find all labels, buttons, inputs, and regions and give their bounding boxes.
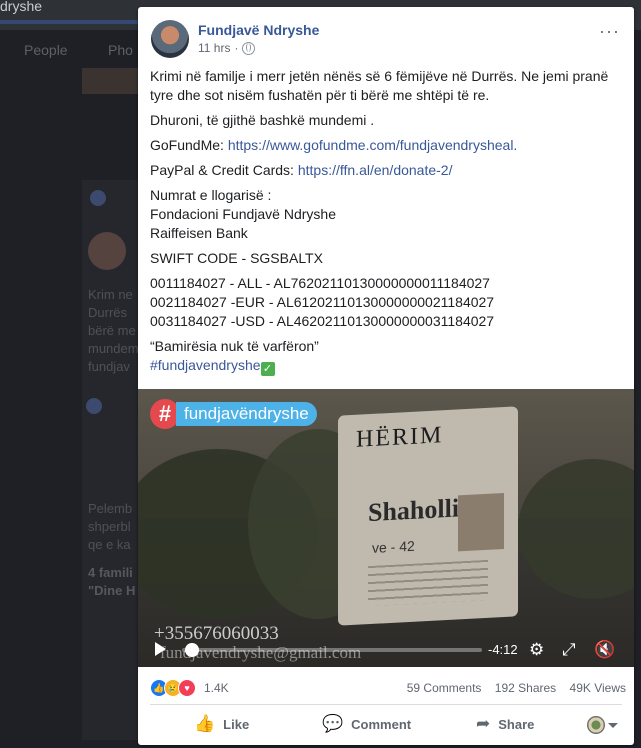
globe-icon [242,41,256,55]
background-snippet: qe e ka [88,537,131,552]
logo-text: fundjavëndryshe [176,402,317,426]
poster-photo [458,493,504,552]
video-progress-knob[interactable] [185,643,199,657]
background-tab-people: People [24,42,68,58]
gofundme-line: GoFundMe: https://www.gofundme.com/fundj… [150,136,626,155]
paypal-label: PayPal & Credit Cards: [150,162,298,178]
post-stats: 👍 😢 ♥ 1.4K 59 Comments 192 Shares 49K Vi… [150,679,626,699]
account-eur: 0021184027 -EUR - AL61202110130000000021… [150,294,495,310]
reaction-icons[interactable]: 👍 😢 ♥ [150,679,196,697]
share-button[interactable]: ➦ Share [476,714,534,734]
background-snippet: Krim ne [88,287,133,302]
poster-title: HËRIM [356,422,444,453]
share-count[interactable]: 192 Shares [495,681,556,695]
reaction-count[interactable]: 1.4K [204,681,229,695]
account-bank: Raiffeisen Bank [150,225,248,241]
more-options-icon[interactable]: ··· [599,21,620,42]
page-avatar-icon [587,716,605,734]
paypal-link[interactable]: https://ffn.al/en/donate-2/ [298,162,453,178]
share-audience-selector[interactable] [587,716,618,734]
video-controls: -4:12 ⚙ ⤢ 🔇 [138,631,634,667]
paypal-line: PayPal & Credit Cards: https://ffn.al/en… [150,161,626,180]
thumbs-up-icon: 👍 [194,714,216,733]
background-snippet: fundjav [88,359,130,374]
poster-number: ve - 42 [372,537,415,556]
swift-code: SWIFT CODE - SGSBALTX [150,250,323,266]
poster-name: Shaholli [368,493,460,528]
engagement-counts: 59 Comments 192 Shares 49K Views [397,681,626,695]
background-snippet: bërë me [88,323,136,338]
like-button[interactable]: 👍 Like [194,714,249,734]
post-text: Krimi në familje i merr jetën nënës së 6… [150,67,626,382]
video-logo: # fundjavëndryshe [150,397,317,431]
meta-separator: · [234,41,239,55]
background-snippet: Durrës [88,305,128,320]
video-time-remaining: -4:12 [488,642,518,657]
mute-volume-icon[interactable]: 🔇 [594,640,615,660]
chevron-down-icon [608,722,618,728]
comment-bubble-icon: 💬 [322,714,344,733]
love-reaction-icon: ♥ [178,679,196,697]
hashtag-link[interactable]: #fundjavendryshe [150,357,261,373]
post-quote: “Bamirësia nuk të varfëron” [150,338,319,354]
comment-button[interactable]: 💬 Comment [322,714,411,734]
post-time[interactable]: 11 hrs [198,41,230,55]
like-label: Like [223,716,250,732]
poster-text-lines [368,559,488,607]
share-arrow-icon: ➦ [476,714,491,733]
gofundme-label: GoFundMe: [150,137,228,153]
background-snippet: Pelemb [88,501,133,516]
background-avatar [88,232,126,270]
account-header: Numrat e llogarisë : [150,187,272,203]
share-label: Share [498,716,535,732]
post-card: Fundjavë Ndryshe 11 hrs · ··· Krimi në f… [138,7,634,745]
background-snippet: "Dine H [88,583,136,598]
background-snippet: 4 famili [88,565,133,580]
account-all: 0011184027 - ALL - AL7620211013000000001… [150,275,490,291]
author-avatar[interactable] [151,20,189,58]
account-usd: 0031184027 -USD - AL46202110130000000031… [150,313,495,329]
gofundme-link[interactable]: https://www.gofundme.com/fundjavendryshe… [228,137,518,153]
video-progress-track[interactable] [182,648,482,652]
background-image-strip [82,68,140,94]
post-actions: 👍 Like 💬 Comment ➦ Share [150,710,622,740]
settings-gear-icon[interactable]: ⚙ [529,640,544,660]
comment-label: Comment [351,716,412,732]
fullscreen-icon[interactable]: ⤢ [562,640,576,660]
play-icon[interactable] [155,642,166,656]
video-player[interactable]: HËRIM Shaholli ve - 42 # fundjavëndryshe… [138,389,634,667]
post-paragraph: Krimi në familje i merr jetën nënës së 6… [150,68,609,103]
comment-count[interactable]: 59 Comments [407,681,482,695]
background-reaction-icon [86,398,102,414]
check-emoji-icon: ✓ [260,362,275,376]
post-paragraph: Dhuroni, të gjithë bashkë mundemi . [150,112,375,128]
background-snippet: mundem [88,341,139,356]
actions-divider [150,704,622,705]
background-page-title: dryshe [0,0,43,14]
background-page-icon [90,190,106,206]
account-block: Numrat e llogarisë : Fondacioni Fundjavë… [150,186,626,243]
account-numbers: 0011184027 - ALL - AL7620211013000000001… [150,274,626,331]
author-name[interactable]: Fundjavë Ndryshe [198,22,319,38]
quote-block: “Bamirësia nuk të varfëron” #fundjavendr… [150,337,626,376]
account-foundation: Fondacioni Fundjavë Ndryshe [150,206,336,222]
post-meta: 11 hrs · [198,41,256,55]
background-tab-photos: Pho [108,42,133,58]
view-count: 49K Views [569,681,626,695]
video-poster: HËRIM Shaholli ve - 42 [338,406,518,626]
background-snippet: shperbl [88,519,131,534]
